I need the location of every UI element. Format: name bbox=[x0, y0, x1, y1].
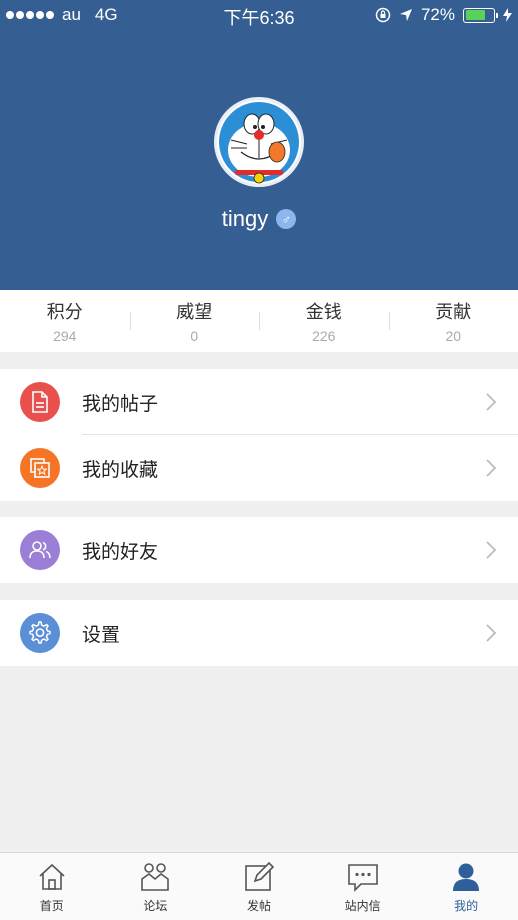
tab-profile[interactable]: 我的 bbox=[414, 853, 518, 920]
chevron-right-icon bbox=[486, 624, 497, 642]
tab-label: 首页 bbox=[39, 899, 64, 913]
tab-label: 发帖 bbox=[246, 899, 271, 913]
forum-icon bbox=[141, 863, 170, 891]
stat-label: 金钱 bbox=[305, 302, 342, 322]
chevron-right-icon bbox=[486, 393, 497, 411]
home-icon bbox=[39, 863, 65, 890]
tab-home[interactable]: 首页 bbox=[0, 853, 104, 920]
tab-label: 我的 bbox=[454, 899, 479, 913]
stat-value: 0 bbox=[190, 328, 199, 344]
tab-label: 站内信 bbox=[344, 899, 381, 913]
menu-item-my-friends[interactable]: 我的好友 bbox=[0, 517, 518, 583]
tab-compose[interactable]: 发帖 bbox=[207, 853, 311, 920]
menu-group-social: 我的好友 bbox=[0, 517, 518, 583]
stat-points[interactable]: 积分 294 bbox=[0, 290, 130, 352]
avatar[interactable] bbox=[214, 97, 304, 187]
menu-item-my-posts[interactable]: 我的帖子 bbox=[0, 369, 518, 435]
battery-icon bbox=[463, 7, 498, 23]
stat-value: 294 bbox=[53, 328, 77, 344]
stat-label: 积分 bbox=[46, 302, 83, 322]
chevron-right-icon bbox=[486, 459, 497, 477]
username: tingy bbox=[221, 206, 269, 231]
stat-value: 226 bbox=[312, 328, 336, 344]
menu-item-label: 设置 bbox=[82, 624, 121, 646]
profile-icon bbox=[453, 863, 480, 891]
rotation-lock-icon bbox=[375, 7, 391, 23]
stats-bar: 积分 294 威望 0 金钱 226 贡献 20 bbox=[0, 290, 518, 352]
doraemon-avatar-image bbox=[219, 102, 299, 184]
menu-item-label: 我的帖子 bbox=[82, 393, 159, 415]
battery-percent: 72% bbox=[420, 5, 455, 24]
stat-label: 贡献 bbox=[435, 302, 472, 322]
profile-header: au 4G 下午6:36 72% tingy ♂ bbox=[0, 0, 518, 290]
bottom-tab-bar: 首页 论坛 发帖 站内信 我的 bbox=[0, 852, 518, 920]
stat-contribution[interactable]: 贡献 20 bbox=[388, 290, 518, 352]
friends-icon bbox=[20, 530, 60, 570]
stat-prestige[interactable]: 威望 0 bbox=[129, 290, 260, 352]
favorite-star-icon bbox=[20, 448, 60, 488]
tab-forum[interactable]: 论坛 bbox=[104, 853, 208, 920]
gear-icon bbox=[20, 613, 60, 653]
stat-label: 威望 bbox=[176, 302, 213, 322]
tab-messages[interactable]: 站内信 bbox=[311, 853, 415, 920]
charging-bolt-icon bbox=[503, 8, 512, 22]
location-arrow-icon bbox=[399, 9, 412, 21]
stat-value: 20 bbox=[445, 328, 462, 344]
chevron-right-icon bbox=[486, 541, 497, 559]
username-row: tingy ♂ bbox=[0, 206, 518, 232]
compose-icon bbox=[245, 861, 275, 891]
menu-item-my-favorites[interactable]: 我的收藏 bbox=[0, 435, 518, 501]
document-icon bbox=[20, 382, 60, 422]
menu-group-content: 我的帖子 我的收藏 bbox=[0, 369, 518, 501]
male-gender-icon: ♂ bbox=[276, 209, 297, 229]
message-icon bbox=[347, 864, 378, 892]
stat-money[interactable]: 金钱 226 bbox=[259, 290, 389, 352]
menu-item-label: 我的好友 bbox=[82, 541, 159, 563]
menu-item-settings[interactable]: 设置 bbox=[0, 600, 518, 666]
status-bar: au 4G 下午6:36 72% bbox=[0, 0, 518, 30]
menu-item-label: 我的收藏 bbox=[82, 459, 159, 481]
menu-group-settings: 设置 bbox=[0, 600, 518, 666]
tab-label: 论坛 bbox=[143, 899, 168, 913]
